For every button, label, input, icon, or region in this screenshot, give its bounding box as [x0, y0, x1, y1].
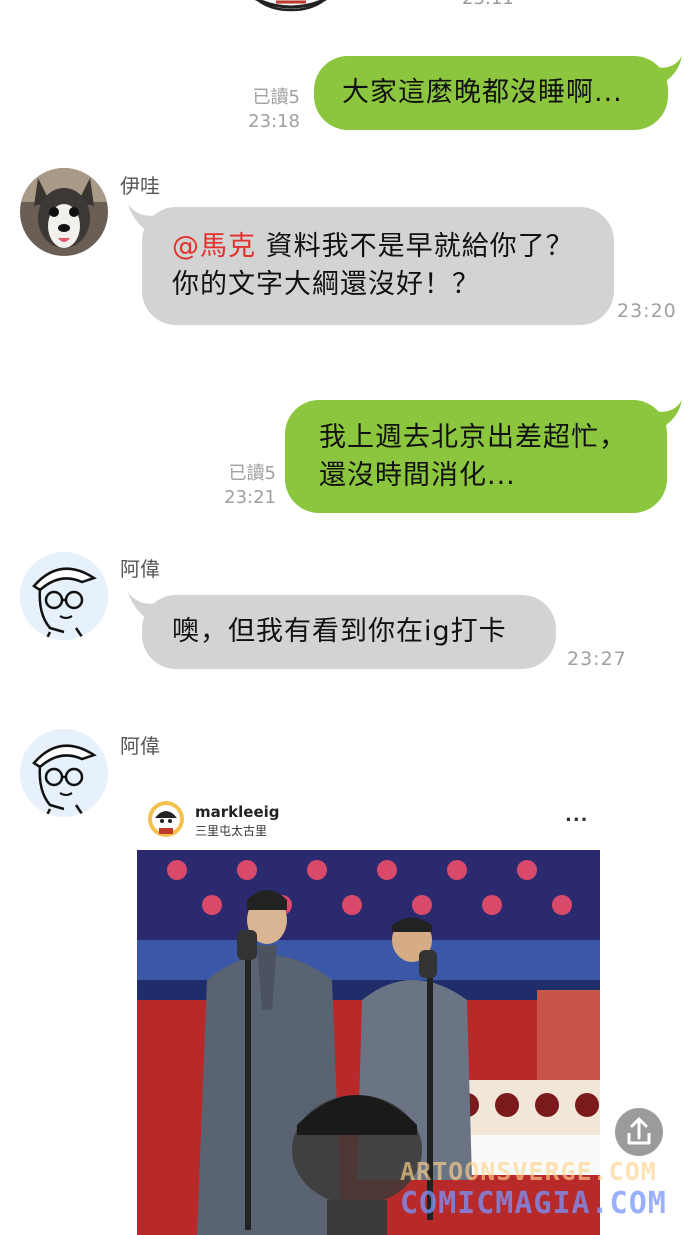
avatar-awei[interactable]: [20, 729, 108, 817]
avatar-yiwa[interactable]: [20, 168, 108, 256]
ig-avatar-icon[interactable]: [147, 800, 185, 838]
share-icon: [627, 1117, 651, 1145]
read-receipt: 已讀5 23:21: [210, 462, 276, 510]
share-button[interactable]: [615, 1108, 663, 1156]
watermark-text: ARTOONSVERGE.COM: [400, 1157, 657, 1186]
top-avatar[interactable]: [246, 0, 336, 16]
message-line: @馬克 資料我不是早就給你了？: [172, 228, 614, 266]
incoming-message-bubble[interactable]: @馬克 資料我不是早就給你了？ 你的文字大綱還沒好！？: [142, 207, 614, 325]
message-time: 23:27: [567, 648, 627, 670]
outgoing-message-bubble[interactable]: 大家這麼晚都沒睡啊...: [314, 56, 668, 130]
husky-avatar-icon: [20, 168, 108, 256]
message-text: 資料我不是早就給你了？: [256, 231, 574, 262]
sender-name: 阿偉: [120, 734, 160, 758]
ig-username[interactable]: markleeig: [195, 803, 280, 821]
message-text: 還沒時間消化...: [319, 460, 516, 491]
bubble-tail: [640, 400, 682, 430]
sender-name: 阿偉: [120, 557, 160, 581]
sender-name: 伊哇: [120, 174, 160, 198]
cartoon-avatar-icon: [20, 552, 108, 640]
message-text: 噢，但我有看到你在ig打卡: [172, 616, 507, 647]
message-time: 23:18: [248, 111, 300, 132]
message-text: 我上週去北京出差超忙，: [319, 422, 627, 453]
watermark-text: COMICMAGIA.COM: [400, 1186, 667, 1221]
avatar-awei[interactable]: [20, 552, 108, 640]
message-text: 大家這麼晚都沒睡啊...: [342, 77, 623, 108]
read-count: 已讀5: [252, 87, 300, 108]
more-icon[interactable]: ...: [565, 805, 589, 826]
ig-location[interactable]: 三里屯太古里: [195, 822, 267, 839]
read-receipt: 已讀5 23:18: [238, 86, 300, 134]
message-time: 23:20: [617, 300, 677, 322]
cartoon-avatar-icon: [20, 729, 108, 817]
bubble-tail: [640, 56, 682, 86]
mention-tag[interactable]: @馬克: [172, 231, 256, 262]
incoming-message-bubble[interactable]: 噢，但我有看到你在ig打卡: [142, 595, 556, 669]
ig-post-header: markleeig 三里屯太古里 ...: [137, 795, 600, 850]
outgoing-message-bubble[interactable]: 我上週去北京出差超忙， 還沒時間消化...: [285, 400, 667, 513]
message-text: 你的文字大綱還沒好！？: [172, 269, 480, 300]
read-count: 已讀5: [228, 463, 276, 484]
top-timestamp: 23:11: [462, 0, 514, 9]
message-time: 23:21: [224, 487, 276, 508]
